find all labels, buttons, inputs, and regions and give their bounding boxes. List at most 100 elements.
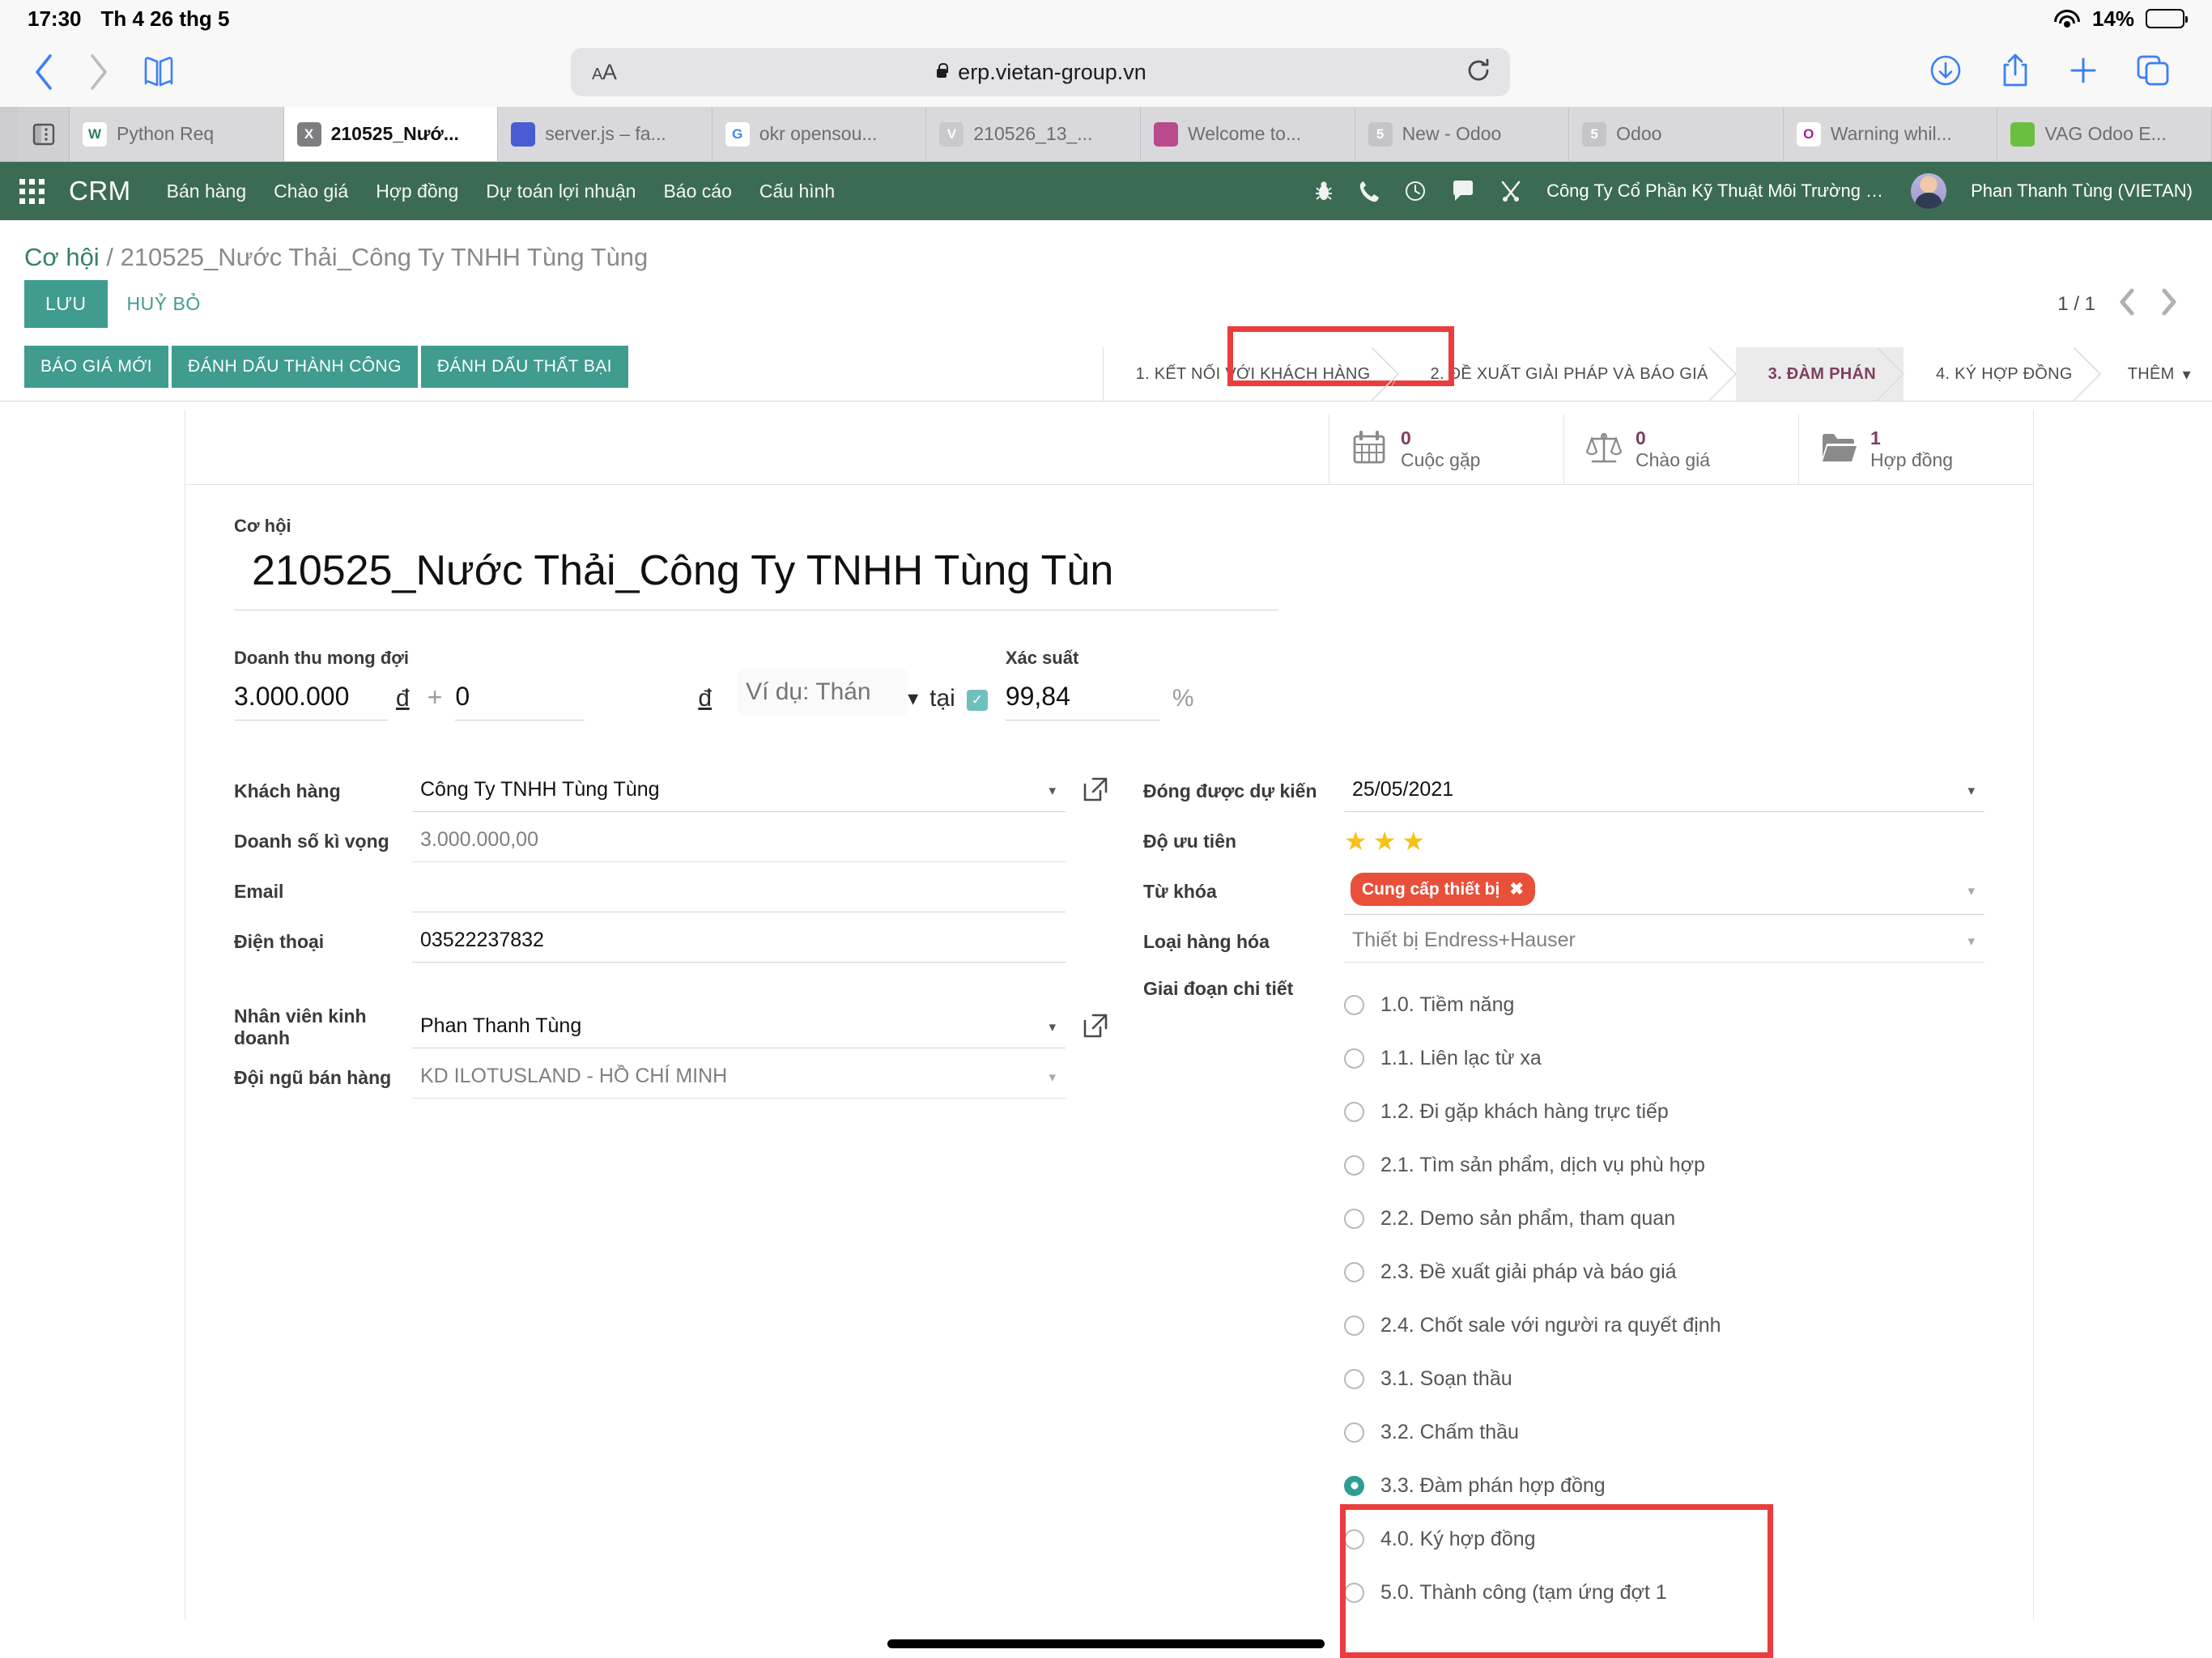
chevron-down-icon[interactable]: ▾ <box>908 686 918 721</box>
company-name[interactable]: Công Ty Cổ Phần Kỹ Thuật Môi Trường Vi..… <box>1546 181 1887 202</box>
expected-revenue-input[interactable] <box>234 680 388 721</box>
radio-button-icon[interactable] <box>1344 1048 1364 1069</box>
nav-menu-item[interactable]: Hợp đồng <box>376 181 458 202</box>
bookmarks-button[interactable] <box>136 49 181 95</box>
pager-prev-button[interactable] <box>2116 288 2138 320</box>
external-link-icon[interactable] <box>1082 1012 1109 1044</box>
probability-input[interactable] <box>1005 680 1159 721</box>
radio-option[interactable]: 3.1. Soạn thầu <box>1344 1352 1984 1405</box>
radio-button-icon[interactable] <box>1344 1154 1364 1175</box>
sidebar-icon[interactable] <box>18 107 70 161</box>
bug-icon[interactable] <box>1313 180 1334 202</box>
pipeline-more-button[interactable]: THÊM ▾ <box>2100 347 2212 401</box>
star-icon[interactable]: ★ <box>1373 826 1397 857</box>
stage-action-button[interactable]: BÁO GIÁ MỚI <box>24 346 168 388</box>
external-link-icon[interactable] <box>1082 776 1109 807</box>
radio-button-icon[interactable] <box>1344 1422 1364 1443</box>
forward-button[interactable] <box>74 49 120 95</box>
radio-option[interactable]: 4.0. Ký hợp đồng <box>1344 1512 1984 1566</box>
tools-icon[interactable] <box>1499 180 1522 202</box>
tag-chip[interactable]: Cung cấp thiết bị ✖ <box>1351 873 1535 907</box>
stat-button[interactable]: 1 Hợp đồng <box>1798 414 2033 485</box>
tabs-overview-icon[interactable] <box>2134 53 2172 92</box>
nav-menu-item[interactable]: Chào giá <box>274 181 348 202</box>
probability-checkbox[interactable]: ✓ <box>966 690 988 712</box>
star-icon[interactable]: ★ <box>1344 826 1368 857</box>
radio-button-icon[interactable] <box>1344 1582 1364 1603</box>
nav-menu-item[interactable]: Cấu hình <box>759 181 835 202</box>
radio-option[interactable]: 2.1. Tìm sản phẩm, dịch vụ phù hợp <box>1344 1138 1984 1192</box>
star-icon[interactable]: ★ <box>1402 826 1426 857</box>
field-input[interactable] <box>412 770 1066 813</box>
field-input[interactable] <box>1344 920 1984 963</box>
radio-button-icon[interactable] <box>1344 1101 1364 1122</box>
radio-button-icon[interactable] <box>1344 1208 1364 1229</box>
address-bar[interactable]: AA erp.vietan-group.vn <box>571 48 1510 96</box>
nav-menu-item[interactable]: Dự toán lợi nhuận <box>486 181 636 202</box>
back-button[interactable] <box>21 49 66 95</box>
radio-button-icon[interactable] <box>1344 1368 1364 1389</box>
browser-tab[interactable]: 5 Odoo <box>1569 107 1784 161</box>
nav-menu-item[interactable]: Báo cáo <box>663 181 731 202</box>
breadcrumb-root[interactable]: Cơ hội <box>24 243 100 271</box>
browser-tab[interactable]: 5 New - Odoo <box>1355 107 1570 161</box>
browser-tab[interactable]: server.js – fa... <box>498 107 713 161</box>
radio-option[interactable]: 1.2. Đi gặp khách hàng trực tiếp <box>1344 1085 1984 1138</box>
field-input[interactable] <box>412 870 1066 913</box>
chat-icon[interactable] <box>1451 180 1475 202</box>
radio-button-icon[interactable] <box>1344 1528 1364 1550</box>
radio-button-icon[interactable] <box>1344 994 1364 1015</box>
browser-tab[interactable]: Welcome to... <box>1140 107 1355 161</box>
field-input[interactable] <box>412 1006 1066 1049</box>
close-icon[interactable]: ✖ <box>1509 879 1524 899</box>
stat-button[interactable]: 0 Cuộc gặp <box>1329 414 1563 485</box>
phone-icon[interactable] <box>1359 180 1380 202</box>
browser-tab[interactable]: V 210526_13_... <box>926 107 1141 161</box>
share-icon[interactable] <box>1998 51 2032 94</box>
priority-stars[interactable]: ★ ★ ★ <box>1344 826 1426 857</box>
radio-button-icon[interactable] <box>1344 1261 1364 1282</box>
radio-option[interactable]: 1.1. Liên lạc từ xa <box>1344 1031 1984 1085</box>
stage-action-button[interactable]: ĐÁNH DẤU THẤT BẠI <box>420 346 628 388</box>
radio-option[interactable]: 3.2. Chấm thầu <box>1344 1405 1984 1459</box>
reload-icon[interactable] <box>1465 57 1492 88</box>
browser-tab[interactable]: Gokr opensou... <box>712 107 927 161</box>
text-size-button[interactable]: AA <box>592 60 617 85</box>
radio-option[interactable]: 5.0. Thành công (tạm ứng đợt 1 <box>1344 1566 1984 1619</box>
stage-action-button[interactable]: ĐÁNH DẤU THÀNH CÔNG <box>171 346 418 388</box>
discard-button[interactable]: HUỶ BỎ <box>108 280 220 328</box>
radio-option[interactable]: 2.2. Demo sản phẩm, tham quan <box>1344 1192 1984 1245</box>
recurring-period-input[interactable] <box>738 669 908 716</box>
clock-icon[interactable] <box>1404 180 1427 202</box>
field-input[interactable] <box>1344 770 1984 813</box>
new-tab-icon[interactable] <box>2066 53 2100 91</box>
avatar[interactable] <box>1911 173 1947 209</box>
browser-tab[interactable]: O Warning whil... <box>1783 107 1998 161</box>
browser-tab[interactable]: W Python Req <box>70 107 284 161</box>
radio-option[interactable]: 2.4. Chốt sale với người ra quyết định <box>1344 1299 1984 1352</box>
field-input[interactable] <box>412 920 1066 963</box>
browser-tab[interactable]: X 210525_Nướ... <box>283 107 499 161</box>
app-brand-crm[interactable]: CRM <box>69 176 131 206</box>
browser-tab[interactable]: VAG Odoo E... <box>1997 107 2212 161</box>
opportunity-name-input[interactable] <box>234 540 1278 611</box>
radio-option[interactable]: 1.0. Tiềm năng <box>1344 978 1984 1031</box>
user-name[interactable]: Phan Thanh Tùng (VIETAN) <box>1971 181 2193 202</box>
radio-button-icon[interactable] <box>1344 1315 1364 1336</box>
apps-grid-icon[interactable] <box>19 178 45 204</box>
field-input[interactable] <box>412 820 1066 863</box>
pager-next-button[interactable] <box>2159 288 2180 320</box>
radio-option[interactable]: 2.3. Đề xuất giải pháp và báo giá <box>1344 1245 1984 1299</box>
field-input[interactable] <box>412 1056 1066 1099</box>
radio-option[interactable]: 3.3. Đàm phán hợp đồng <box>1344 1459 1984 1512</box>
nav-menu-item[interactable]: Bán hàng <box>167 181 246 202</box>
stat-button[interactable]: 0 Chào giá <box>1563 414 1798 485</box>
extra-revenue-input[interactable] <box>455 680 585 721</box>
pipeline-stage[interactable]: 1. KẾT NỐI VỚI KHÁCH HÀNG <box>1103 347 1399 401</box>
pipeline-stage[interactable]: 2. ĐỀ XUẤT GIẢI PHÁP VÀ BÁO GIÁ <box>1397 347 1737 401</box>
radio-button-icon[interactable] <box>1344 1475 1364 1496</box>
downloads-icon[interactable] <box>1927 52 1964 93</box>
pipeline-stage[interactable]: 4. KÝ HỢP ĐỒNG <box>1903 347 2101 401</box>
tag-field[interactable]: Cung cấp thiết bị ✖ <box>1344 868 1984 916</box>
pipeline-stage[interactable]: 3. ĐÀM PHÁN <box>1735 347 1904 401</box>
